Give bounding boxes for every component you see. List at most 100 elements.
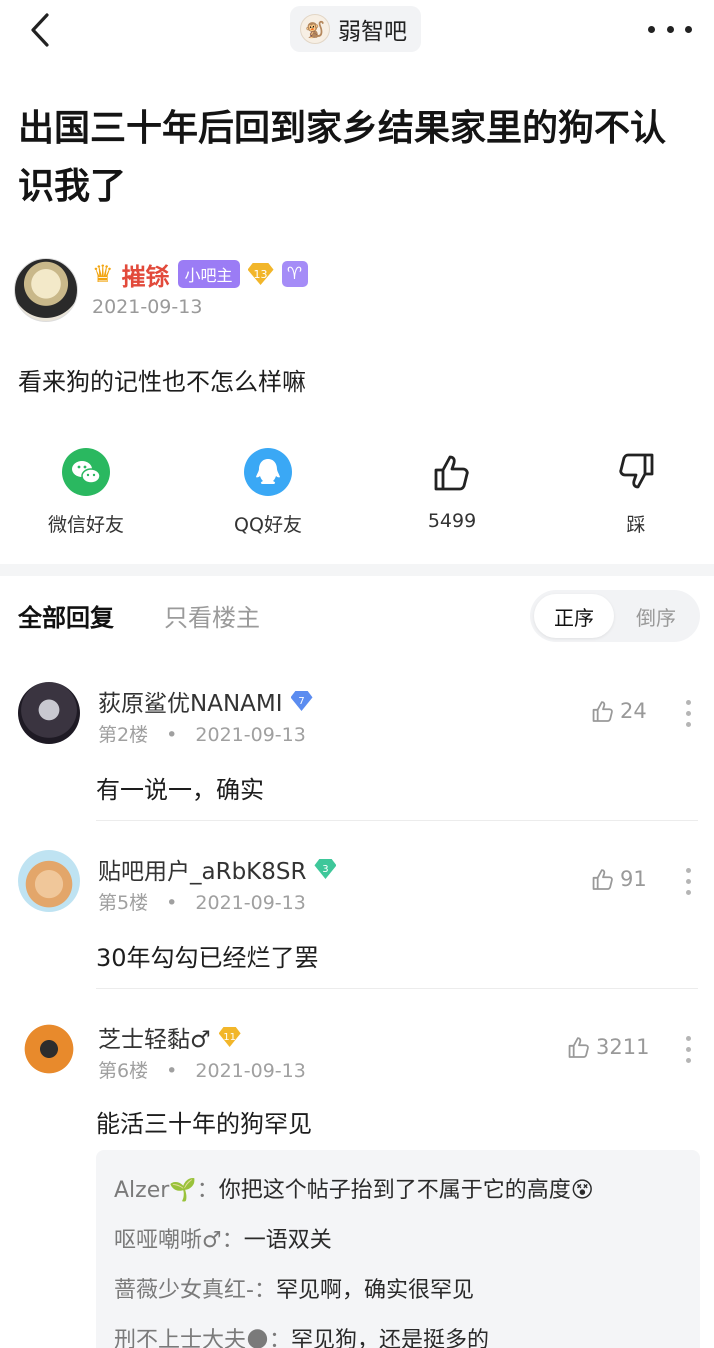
forum-logo-icon: 🐒 [300,14,330,44]
level-gem-icon: 7 [290,691,313,711]
comment-meta: 第5楼 • 2021-09-13 [98,888,306,915]
reply-tabs: 全部回复 只看楼主 正序 倒序 [0,580,714,652]
post-body: 看来狗的记性也不怎么样嘛 [18,368,306,396]
forum-chip[interactable]: 🐒 弱智吧 [290,6,421,52]
comment-like-count: 91 [620,867,647,891]
tab-owner-only[interactable]: 只看楼主 [164,598,260,633]
comment-divider [96,988,698,989]
thumbs-up-icon [592,701,613,722]
comment-more-button[interactable] [686,868,692,895]
comment-meta: 第6楼 • 2021-09-13 [98,1056,306,1083]
comment-date: 2021-09-13 [195,724,306,746]
wechat-icon [62,448,110,496]
level-gem-icon: 3 [314,859,337,879]
comment-date: 2021-09-13 [195,1060,306,1082]
sub-reply-user[interactable]: 刑不上士大夫🌑 [114,1328,269,1348]
qq-icon [244,448,292,496]
forum-name: 弱智吧 [338,19,407,45]
author-name[interactable]: 摧铩 [122,257,170,292]
sub-reply-text: 一语双关 [243,1228,332,1253]
comment-author-line: 芝士轻黏♂ 11 [98,1020,241,1054]
back-button[interactable] [22,8,58,52]
more-dot-icon [686,1047,691,1052]
avatar[interactable] [14,258,78,322]
more-dot-icon [685,25,692,33]
share-qq-button[interactable]: QQ好友 [198,448,338,537]
meta-separator: • [166,724,178,746]
more-dot-icon [686,711,691,716]
share-row: 微信好友 QQ好友 5499 踩 [0,448,714,548]
comment-author-name[interactable]: 芝士轻黏♂ [98,1020,211,1054]
post-author: ♛ 摧铩 小吧主 13 ♈ 2021-09-13 [14,256,694,326]
sort-descending-button[interactable]: 倒序 [616,594,696,638]
sub-reply-user[interactable]: 呕哑嘲哳♂ [114,1228,222,1253]
more-dot-icon [686,879,691,884]
post-title: 出国三十年后回到家乡结果家里的狗不认识我了 [18,108,667,207]
comment-author-name[interactable]: 荻原鲨优NANAMI [98,684,283,718]
avatar[interactable] [18,850,80,912]
meta-separator: • [166,1060,178,1082]
level-badge-icon: 13 [247,263,274,285]
sub-reply-box[interactable]: Alzer🌱：你把这个帖子抬到了不属于它的高度😵 呕哑嘲哳♂：一语双关 蔷薇少女… [96,1150,700,1348]
more-dot-icon [686,1058,691,1063]
sub-reply-text: 罕见狗，还是挺多的 [290,1328,489,1348]
comment-date: 2021-09-13 [195,892,306,914]
thumbs-up-icon [592,869,613,890]
share-wechat-button[interactable]: 微信好友 [16,448,156,537]
comment-text: 能活三十年的狗罕见 [96,1110,312,1138]
dislike-post-button[interactable]: 踩 [566,448,706,537]
comment-more-button[interactable] [686,1036,692,1063]
section-divider [0,564,714,576]
comment-item: 贴吧用户_aRbK8SR 3 第5楼 • 2021-09-13 91 30年勾勾… [0,848,714,990]
sub-reply-colon: ： [268,1328,291,1348]
sub-reply-item[interactable]: 呕哑嘲哳♂：一语双关 [114,1222,332,1254]
sub-reply-item[interactable]: 蔷薇少女真红-：罕见啊，确实很罕见 [114,1272,474,1304]
chevron-left-icon [31,13,49,47]
more-dot-icon [686,700,691,705]
more-dot-icon [648,25,655,33]
comment-like-button[interactable]: 3211 [566,1034,649,1060]
crown-icon: ♛ [92,260,114,288]
comment-item: 芝士轻黏♂ 11 第6楼 • 2021-09-13 3211 能活三十年的狗罕见 [0,1016,714,1146]
sort-ascending-button[interactable]: 正序 [534,594,614,638]
comment-like-button[interactable]: 24 [590,698,647,724]
comment-text: 有一说一，确实 [96,776,264,804]
comment-meta: 第2楼 • 2021-09-13 [98,720,306,747]
share-label: 踩 [626,514,646,536]
more-dot-icon [686,1036,691,1041]
comment-like-count: 3211 [596,1035,650,1059]
comment-text: 30年勾勾已经烂了罢 [96,944,319,972]
sub-reply-text: 罕见啊，确实很罕见 [275,1278,474,1303]
author-name-line: ♛ 摧铩 小吧主 13 ♈ [92,256,308,292]
comment-floor: 第5楼 [98,892,149,914]
share-label: QQ好友 [234,514,302,536]
avatar[interactable] [18,1018,80,1080]
thumbs-down-icon [612,448,660,496]
comment-author-line: 荻原鲨优NANAMI 7 [98,684,313,718]
sub-reply-colon: ： [221,1228,244,1253]
like-post-button[interactable]: 5499 [382,448,522,532]
more-dot-icon [666,25,674,33]
comment-item: 荻原鲨优NANAMI 7 第2楼 • 2021-09-13 24 有一说一，确实 [0,680,714,822]
comment-floor: 第2楼 [98,724,149,746]
avatar[interactable] [18,682,80,744]
more-dot-icon [686,722,691,727]
more-dot-icon [686,890,691,895]
sub-reply-item[interactable]: 刑不上士大夫🌑：罕见狗，还是挺多的 [114,1322,489,1348]
more-dot-icon [686,868,691,873]
sub-reply-user[interactable]: 蔷薇少女真红- [114,1278,254,1303]
tab-all-replies[interactable]: 全部回复 [18,598,114,633]
more-options-button[interactable] [648,14,692,44]
comment-author-name[interactable]: 贴吧用户_aRbK8SR [98,852,306,886]
sub-reply-user[interactable]: Alzer🌱 [114,1178,197,1203]
comment-like-button[interactable]: 91 [590,866,647,892]
comment-divider [96,820,698,821]
sub-reply-item[interactable]: Alzer🌱：你把这个帖子抬到了不属于它的高度😵 [114,1172,594,1204]
like-count: 5499 [427,510,477,532]
top-bar: 🐒 弱智吧 [0,0,714,62]
thumbs-up-icon [568,1037,589,1058]
comment-more-button[interactable] [686,700,692,727]
level-gem-icon: 11 [218,1027,241,1047]
comment-floor: 第6楼 [98,1060,149,1082]
zodiac-badge-icon: ♈ [281,261,308,287]
